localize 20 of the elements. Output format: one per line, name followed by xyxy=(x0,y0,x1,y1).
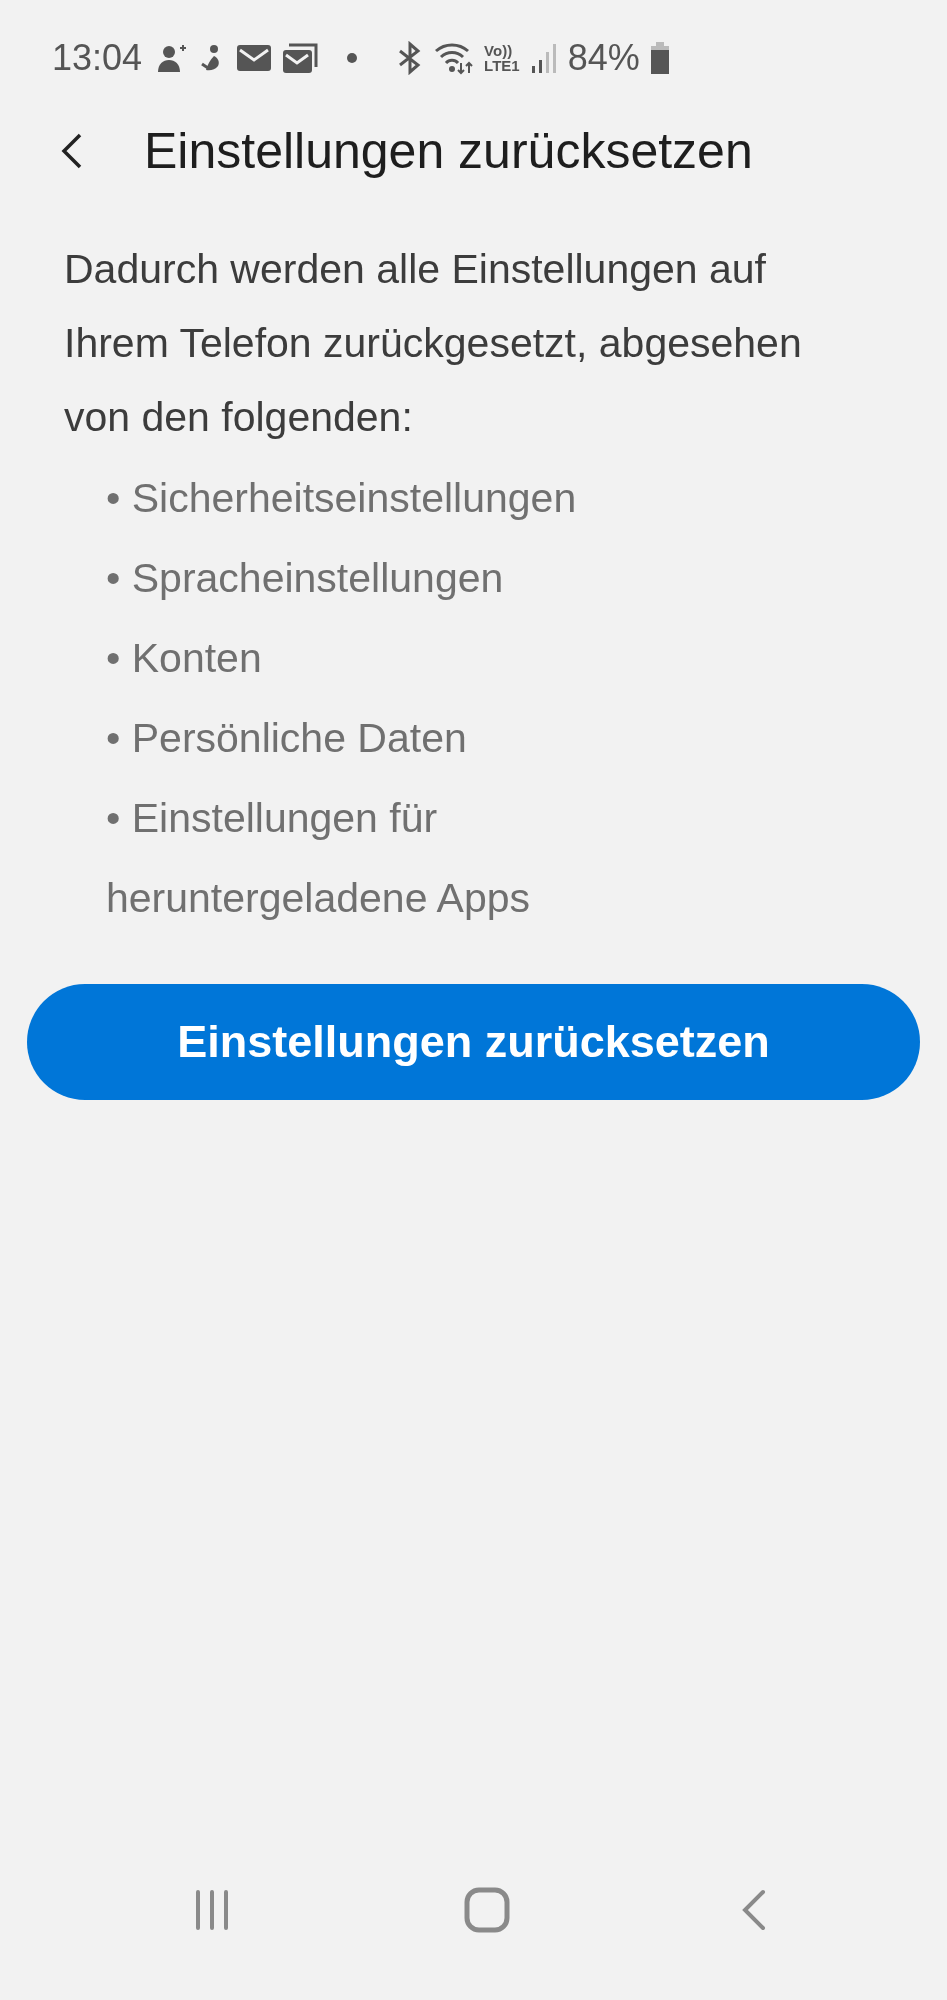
battery-percent: 84% xyxy=(567,37,640,79)
page-title: Einstellungen zurücksetzen xyxy=(144,122,753,180)
exception-item: • Persönliche Daten xyxy=(106,714,468,763)
status-time: 13:04 xyxy=(52,37,143,79)
reset-button[interactable]: Einstellungen zurücksetzen xyxy=(27,984,920,1100)
mail-icon xyxy=(236,43,273,73)
wifi-icon xyxy=(434,41,475,75)
person-add-icon xyxy=(156,42,189,74)
more-dot-icon xyxy=(346,52,359,64)
lte-label: LTE1 xyxy=(484,58,520,73)
volte-label: Vo)) xyxy=(484,43,514,58)
exception-item: • Konten xyxy=(106,634,263,683)
home-icon[interactable] xyxy=(463,1887,510,1933)
battery-icon xyxy=(649,41,670,75)
mails-icon xyxy=(282,42,319,74)
exception-item: • Sicherheitseinstellungen xyxy=(106,474,578,523)
signal-icon xyxy=(529,42,558,74)
description-text: Dadurch werden alle Einstellungen auf Ihrem Telefon zurückgesetzt, abgesehen von den folgenden: xyxy=(64,245,803,442)
exception-item: • Einstellungen für heruntergeladene Apps xyxy=(106,794,531,923)
exception-item: • Spracheinstellungen xyxy=(106,554,505,603)
